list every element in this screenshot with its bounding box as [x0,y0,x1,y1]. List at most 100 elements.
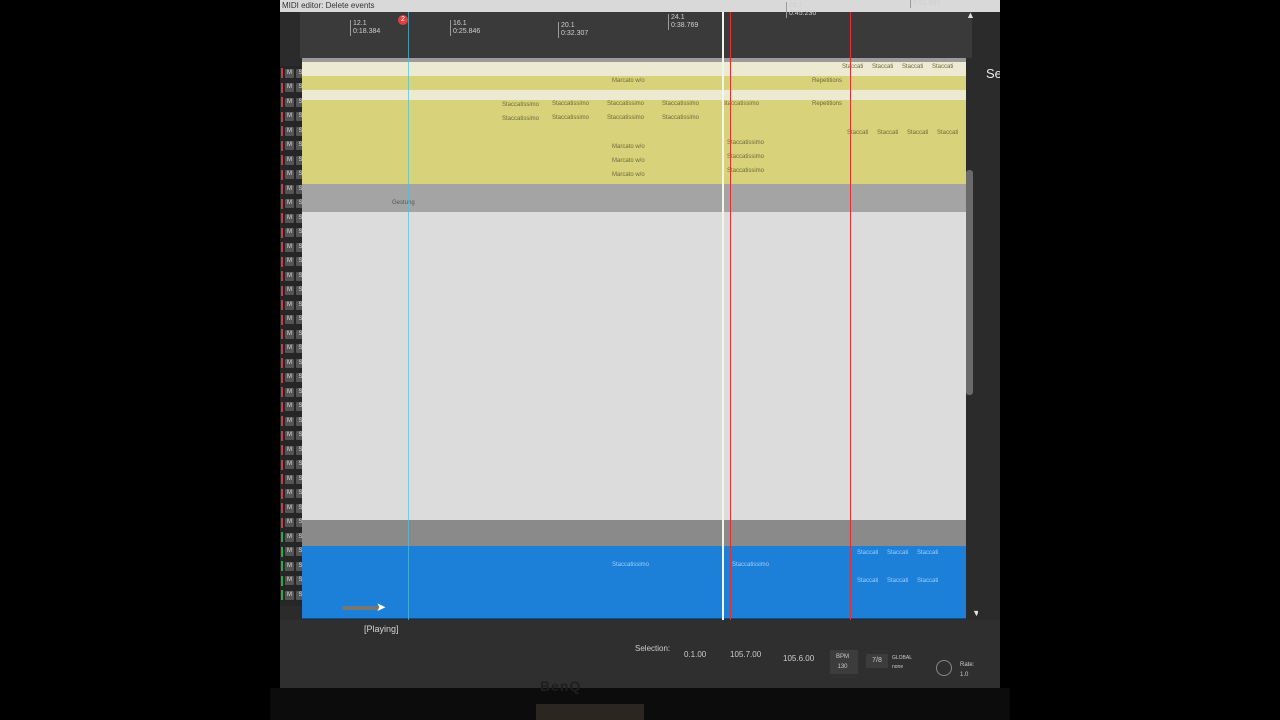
midi-lane[interactable] [302,464,966,479]
midi-lane[interactable] [302,282,966,297]
mute-button[interactable]: M [285,402,294,412]
mute-button[interactable]: M [285,460,294,470]
scroll-up-icon[interactable]: ▲ [966,10,975,20]
mute-button[interactable]: M [285,155,294,165]
ruler-mark: 0:51.692 [910,0,983,8]
mute-button[interactable]: M [285,373,294,383]
track-color-strip [281,82,283,93]
midi-lane[interactable] [302,506,966,521]
midi-lane[interactable] [302,492,966,507]
mute-button[interactable]: M [285,532,294,542]
mute-button[interactable]: M [285,358,294,368]
mute-button[interactable]: M [285,445,294,455]
ruler-mark: 20.1 0:32.307 [558,22,631,38]
mute-button[interactable]: M [285,126,294,136]
mute-button[interactable]: M [285,271,294,281]
midi-lane[interactable] [302,296,966,311]
midi-lane[interactable] [302,268,966,283]
midi-lanes[interactable]: Staccati Staccati Staccati Staccati Marcato… [302,58,966,619]
mute-button[interactable]: M [285,286,294,296]
track-color-strip [281,329,283,340]
mute-button[interactable]: M [285,213,294,223]
mute-button[interactable]: M [285,242,294,252]
midi-lane[interactable] [302,310,966,325]
track-color-strip [281,561,283,572]
mute-button[interactable]: M [285,68,294,78]
midi-lane[interactable] [302,254,966,269]
mute-button[interactable]: M [285,315,294,325]
track-color-strip [281,474,283,485]
mute-button[interactable]: M [285,170,294,180]
track-color-strip [281,488,283,499]
mute-button[interactable]: M [285,97,294,107]
mute-button[interactable]: M [285,474,294,484]
window-title: MIDI editor: Delete events [280,0,1000,12]
selection-length[interactable]: 105.6.00 [783,654,814,663]
mute-button[interactable]: M [285,576,294,586]
mute-button[interactable]: M [285,547,294,557]
track-color-strip [281,227,283,238]
marker-icon[interactable]: 2 [398,15,408,25]
mute-button[interactable]: M [285,228,294,238]
midi-lane[interactable] [302,338,966,353]
selection-end[interactable]: 105.7.00 [730,650,761,659]
track-color-strip [281,271,283,282]
mute-button[interactable]: M [285,387,294,397]
mute-button[interactable]: M [285,112,294,122]
track-color-strip [281,126,283,137]
midi-lane[interactable] [302,478,966,493]
mouse-cursor-icon: ➤ [376,600,387,614]
track-color-strip [281,242,283,253]
mute-button[interactable]: M [285,431,294,441]
global-groove[interactable]: GLOBAL none [892,654,912,672]
midi-lane[interactable] [302,352,966,367]
mute-button[interactable]: M [285,416,294,426]
track-color-strip [281,169,283,180]
selection-start[interactable]: 0.1.00 [684,650,706,659]
midi-lane[interactable] [302,408,966,423]
rate-knob-icon[interactable] [936,660,952,676]
track-color-strip [281,343,283,354]
mute-button[interactable]: M [285,329,294,339]
bpm-display: BPM 130 [836,654,850,670]
mute-button[interactable]: M [285,257,294,267]
midi-lane[interactable] [302,226,966,241]
vertical-scrollbar[interactable] [966,170,973,395]
mute-button[interactable]: M [285,503,294,513]
midi-lane[interactable] [302,380,966,395]
mute-button[interactable]: M [285,199,294,209]
track-color-strip [281,416,283,427]
midi-lane[interactable] [302,422,966,437]
midi-lane[interactable] [302,366,966,381]
track-color-strip [281,68,283,79]
track-color-strip [281,256,283,267]
monitor-brand-logo: BenQ [540,678,582,694]
track-color-strip [281,155,283,166]
track-color-strip [281,213,283,224]
track-color-strip [281,140,283,151]
marker-line [730,12,731,632]
midi-lane[interactable] [302,436,966,451]
midi-lane[interactable] [302,212,966,227]
marker-line [850,12,851,632]
time-signature[interactable]: 7/8 [866,654,888,668]
mute-button[interactable]: M [285,590,294,600]
monitor-stand [536,704,644,720]
track-color-strip [281,517,283,528]
midi-lane[interactable] [302,324,966,339]
track-color-strip [281,546,283,557]
midi-lane[interactable] [302,450,966,465]
track-color-strip [281,401,283,412]
playhead-line[interactable] [722,12,724,632]
mute-button[interactable]: M [285,489,294,499]
mute-button[interactable]: M [285,141,294,151]
midi-lane[interactable] [302,240,966,255]
midi-lane[interactable] [302,394,966,409]
mute-button[interactable]: M [285,561,294,571]
ruler-mark: 28.1 0:45.230 [786,2,859,18]
mute-button[interactable]: M [285,518,294,528]
mute-button[interactable]: M [285,184,294,194]
mute-button[interactable]: M [285,344,294,354]
mute-button[interactable]: M [285,300,294,310]
mute-button[interactable]: M [285,83,294,93]
